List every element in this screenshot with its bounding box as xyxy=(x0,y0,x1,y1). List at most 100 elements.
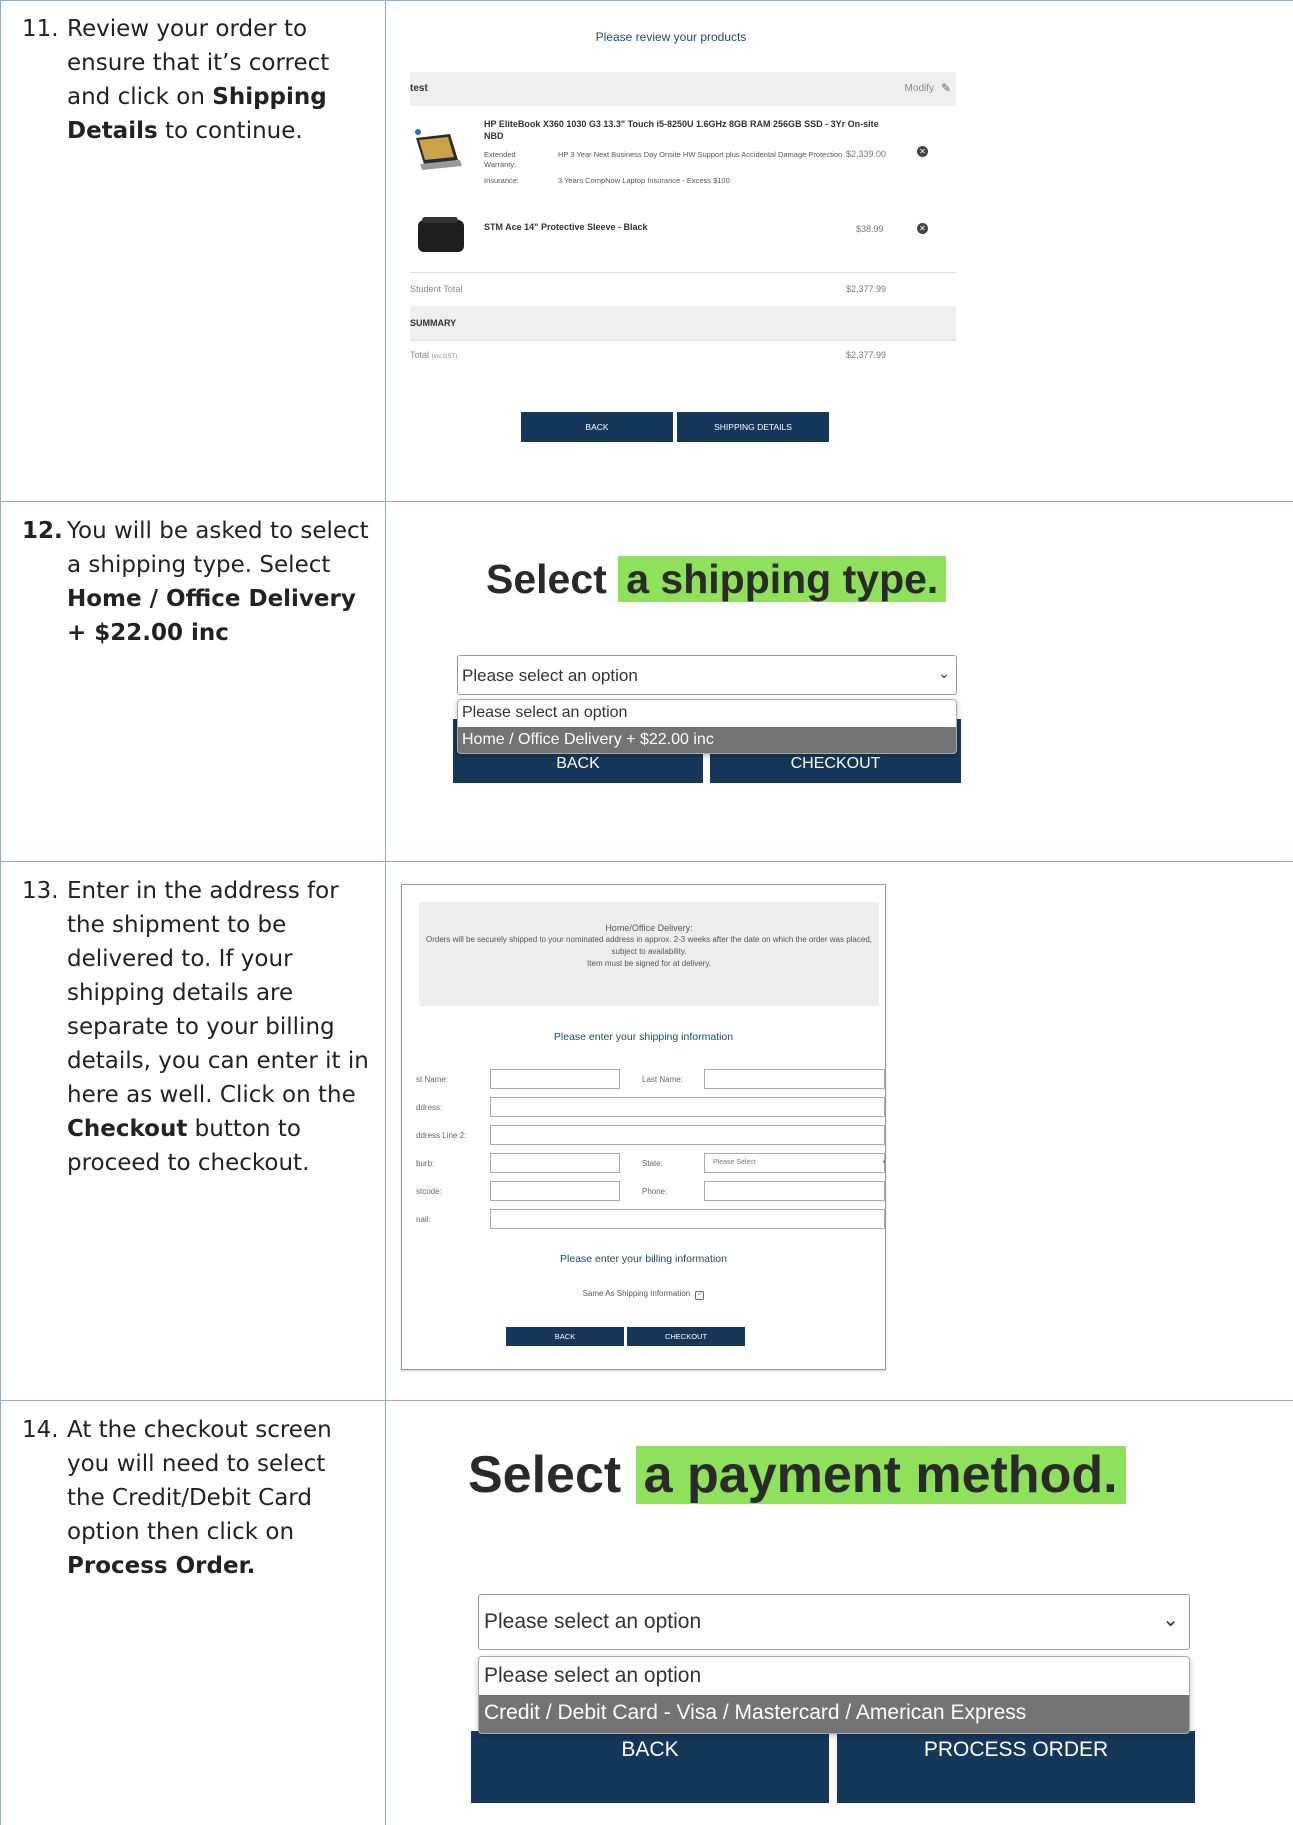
step-text: Enter in the address for the shipment to… xyxy=(67,878,369,1108)
item-1-price: $2,339.00 xyxy=(846,149,887,159)
phone-field[interactable] xyxy=(704,1181,885,1201)
shipping-title: Select a shipping type. xyxy=(486,552,947,606)
title-highlight: a payment method. xyxy=(635,1446,1126,1504)
phone-label: Phone: xyxy=(642,1187,668,1196)
postcode-label: stcode: xyxy=(416,1187,442,1196)
title-highlight: a shipping type. xyxy=(618,556,947,602)
item-2-name: STM Ace 14" Protective Sleeve - Black xyxy=(484,222,648,232)
state-select-value: Please Select xyxy=(713,1159,756,1166)
total-label-suffix: (inc GST) xyxy=(431,354,458,360)
step-text: to continue. xyxy=(157,118,303,144)
total-label-text: Total xyxy=(410,350,430,360)
checkout-label: CHECKOUT xyxy=(790,755,881,772)
step-number: 14. xyxy=(22,1417,59,1443)
step-bold-text: Process Order. xyxy=(67,1553,256,1579)
dropdown-option-credit-debit-card[interactable]: Credit / Debit Card - Visa / Mastercard … xyxy=(479,1695,1189,1733)
shipping-heading: Please enter your shipping information xyxy=(553,1031,734,1043)
step-text: At the checkout screen you will need to … xyxy=(67,1417,332,1545)
postcode-field[interactable] xyxy=(490,1181,620,1201)
title-plain: Select xyxy=(486,556,607,602)
payment-method-select[interactable]: Please select an option ⌄ xyxy=(478,1594,1190,1650)
item-2-price: $38.99 xyxy=(856,224,884,234)
info-sign: Item must be signed for at delivery. xyxy=(587,959,711,968)
checkbox-checked-icon[interactable]: ✓ xyxy=(695,1291,705,1300)
back-button[interactable]: BACK xyxy=(471,1731,829,1803)
step-bold-text: Checkout xyxy=(67,1116,188,1142)
summary-bar: SUMMARY xyxy=(410,306,956,340)
shipping-type-select[interactable]: Please select an option ⌄ xyxy=(457,655,957,695)
step-12-instructions: 12. You will be asked to select a shippi… xyxy=(0,502,385,650)
payment-title: Select a payment method. xyxy=(468,1441,1126,1509)
step-number: 12. xyxy=(22,518,63,544)
suburb-field[interactable] xyxy=(490,1153,620,1173)
remove-icon[interactable]: ✕ xyxy=(917,223,928,234)
first-name-label: st Name: xyxy=(416,1075,449,1084)
item-1-warranty-value: HP 3 Year Next Business Day Onsite HW Su… xyxy=(558,150,843,159)
step-11-instructions: 11. Review your order to ensure that it’… xyxy=(0,0,385,148)
dropdown-option[interactable]: Please select an option xyxy=(458,700,956,727)
step-bold-text: Home / Office Delivery + $22.00 inc xyxy=(67,586,356,646)
laptop-image xyxy=(415,129,462,170)
chevron-down-icon: ⌄ xyxy=(1162,1609,1179,1631)
sleeve-image xyxy=(418,217,464,252)
shipping-info-form-screenshot: Home/Office Delivery: Orders will be sec… xyxy=(401,884,886,1370)
state-select[interactable]: Please Select ▾ xyxy=(704,1153,885,1173)
select-value: Please select an option xyxy=(484,1610,702,1633)
checkout-button[interactable]: CHECKOUT xyxy=(627,1327,745,1346)
payment-method-screenshot: Select a payment method. Please select a… xyxy=(386,1401,1292,1825)
divider xyxy=(410,272,956,273)
item-1-insurance-value: 3 Years CompNow Laptop Insurance - Exces… xyxy=(558,176,730,185)
review-products-screenshot: Please review your products test Modify … xyxy=(386,0,956,500)
select-value: Please select an option xyxy=(462,666,638,685)
payment-dropdown-list: Please select an option Credit / Debit C… xyxy=(478,1656,1190,1734)
same-as-shipping-row: Same As Shipping Information ✓ xyxy=(402,1289,885,1300)
process-order-button[interactable]: PROCESS ORDER xyxy=(837,1731,1195,1803)
back-label: BACK xyxy=(621,1738,679,1761)
shipping-type-screenshot: Select a shipping type. Please select an… xyxy=(386,502,1292,860)
dropdown-option-home-office-delivery[interactable]: Home / Office Delivery + $22.00 inc xyxy=(458,727,956,753)
address-field[interactable] xyxy=(490,1097,885,1117)
modify-link[interactable]: Modify xyxy=(905,83,934,94)
info-body: Orders will be securely shipped to your … xyxy=(425,935,873,956)
chevron-down-icon: ⌄ xyxy=(938,665,950,681)
item-1-name: HP EliteBook X360 1030 G3 13.3" Touch i5… xyxy=(484,119,879,141)
first-name-field[interactable] xyxy=(490,1069,620,1089)
address-line-2-field[interactable] xyxy=(490,1125,885,1145)
review-title: Please review your products xyxy=(595,30,747,44)
step-text: You will be asked to select a shipping t… xyxy=(67,518,369,578)
state-label: State: xyxy=(642,1159,663,1168)
total-label: Total (inc GST) xyxy=(410,350,457,360)
step-number: 13. xyxy=(22,878,59,904)
student-total-label: Student Total xyxy=(410,284,463,294)
step-number: 11. xyxy=(22,16,59,42)
dropdown-option[interactable]: Please select an option xyxy=(479,1657,1189,1695)
summary-heading: SUMMARY xyxy=(410,318,457,328)
back-label: BACK xyxy=(556,755,600,772)
process-order-label: PROCESS ORDER xyxy=(923,1738,1109,1761)
shipping-dropdown-list: Please select an option Home / Office De… xyxy=(457,699,957,754)
divider xyxy=(410,340,956,341)
last-name-field[interactable] xyxy=(704,1069,885,1089)
back-button[interactable]: BACK xyxy=(506,1327,624,1346)
user-bar: test Modify ✎ xyxy=(410,72,956,106)
back-button[interactable]: BACK xyxy=(521,412,673,442)
remove-icon[interactable]: ✕ xyxy=(917,146,928,157)
edit-icon[interactable]: ✎ xyxy=(941,81,951,95)
email-field[interactable] xyxy=(490,1209,885,1229)
student-total-value: $2,377.99 xyxy=(846,284,887,294)
item-1-insurance-label: Insurance: xyxy=(484,176,520,185)
suburb-label: burb: xyxy=(416,1159,435,1168)
info-title: Home/Office Delivery: xyxy=(605,923,693,933)
title-plain: Select xyxy=(468,1446,622,1504)
item-1-warranty-label: Extended Warranty: xyxy=(484,150,517,169)
email-label: nail: xyxy=(416,1215,431,1224)
user-name: test xyxy=(410,83,428,94)
same-as-label: Same As Shipping Information xyxy=(582,1289,691,1298)
delivery-info-box: Home/Office Delivery: Orders will be sec… xyxy=(419,902,879,1006)
caret-down-icon: ▾ xyxy=(882,1159,886,1166)
last-name-label: Last Name: xyxy=(642,1075,683,1084)
address-line-2-label: ddress Line 2: xyxy=(416,1131,467,1140)
shipping-details-button[interactable]: SHIPPING DETAILS xyxy=(677,412,829,442)
step-14-instructions: 14. At the checkout screen you will need… xyxy=(0,1401,385,1583)
step-13-instructions: 13. Enter in the address for the shipmen… xyxy=(0,862,385,1180)
